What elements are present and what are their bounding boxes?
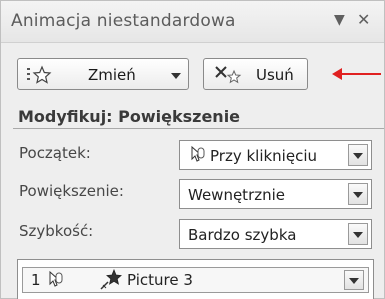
animation-item-dropdown-button[interactable] [344, 270, 364, 290]
annotation-arrow-line [341, 73, 381, 75]
close-pane-icon[interactable]: ✕ [357, 10, 370, 29]
pane-title-bar: Animacja niestandardowa ▼ ✕ [1, 1, 384, 43]
section-divider [13, 128, 384, 129]
mouse-click-icon [188, 145, 206, 169]
chevron-down-icon [353, 192, 363, 198]
animation-item-name: Picture 3 [127, 271, 193, 289]
size-select[interactable]: Wewnętrznie [179, 179, 372, 209]
pane-menu-dropdown-icon[interactable]: ▼ [334, 12, 345, 28]
start-select-value: Przy kliknięciu [210, 147, 317, 165]
custom-animation-pane: Animacja niestandardowa ▼ ✕ Zmień Usuń M… [0, 0, 385, 299]
start-label: Początek: [19, 144, 91, 162]
chevron-down-icon [353, 153, 363, 159]
remove-button-label: Usuń [256, 66, 294, 84]
speed-dropdown-button[interactable] [348, 223, 368, 245]
start-select[interactable]: Przy kliknięciu [179, 140, 372, 170]
speed-select-value: Bardzo szybka [188, 226, 297, 244]
emphasis-star-icon [99, 268, 123, 295]
animation-list-item[interactable]: 1 Picture 3 [22, 267, 369, 293]
start-dropdown-button[interactable] [348, 144, 368, 166]
size-dropdown-button[interactable] [348, 183, 368, 205]
chevron-down-icon [353, 232, 363, 238]
chevron-down-icon [349, 278, 359, 284]
modify-section-title: Modyfikuj: Powiększenie [18, 107, 241, 126]
chevron-down-icon [171, 73, 181, 79]
change-button-label: Zmień [88, 66, 136, 84]
size-select-value: Wewnętrznie [188, 186, 286, 204]
speed-select[interactable]: Bardzo szybka [179, 219, 372, 249]
star-effect-icon [26, 65, 52, 89]
change-effect-button[interactable]: Zmień [17, 58, 189, 90]
animation-list: 1 Picture 3 [17, 259, 374, 299]
mouse-click-icon [45, 270, 65, 294]
annotation-arrow-head [332, 68, 342, 80]
pane-title: Animacja niestandardowa [11, 11, 236, 31]
speed-label: Szybkość: [19, 222, 94, 240]
animation-order-number: 1 [31, 271, 41, 289]
remove-effect-button[interactable]: Usuń [203, 58, 308, 90]
size-label: Powiększenie: [19, 182, 124, 200]
remove-effect-icon [214, 64, 244, 90]
